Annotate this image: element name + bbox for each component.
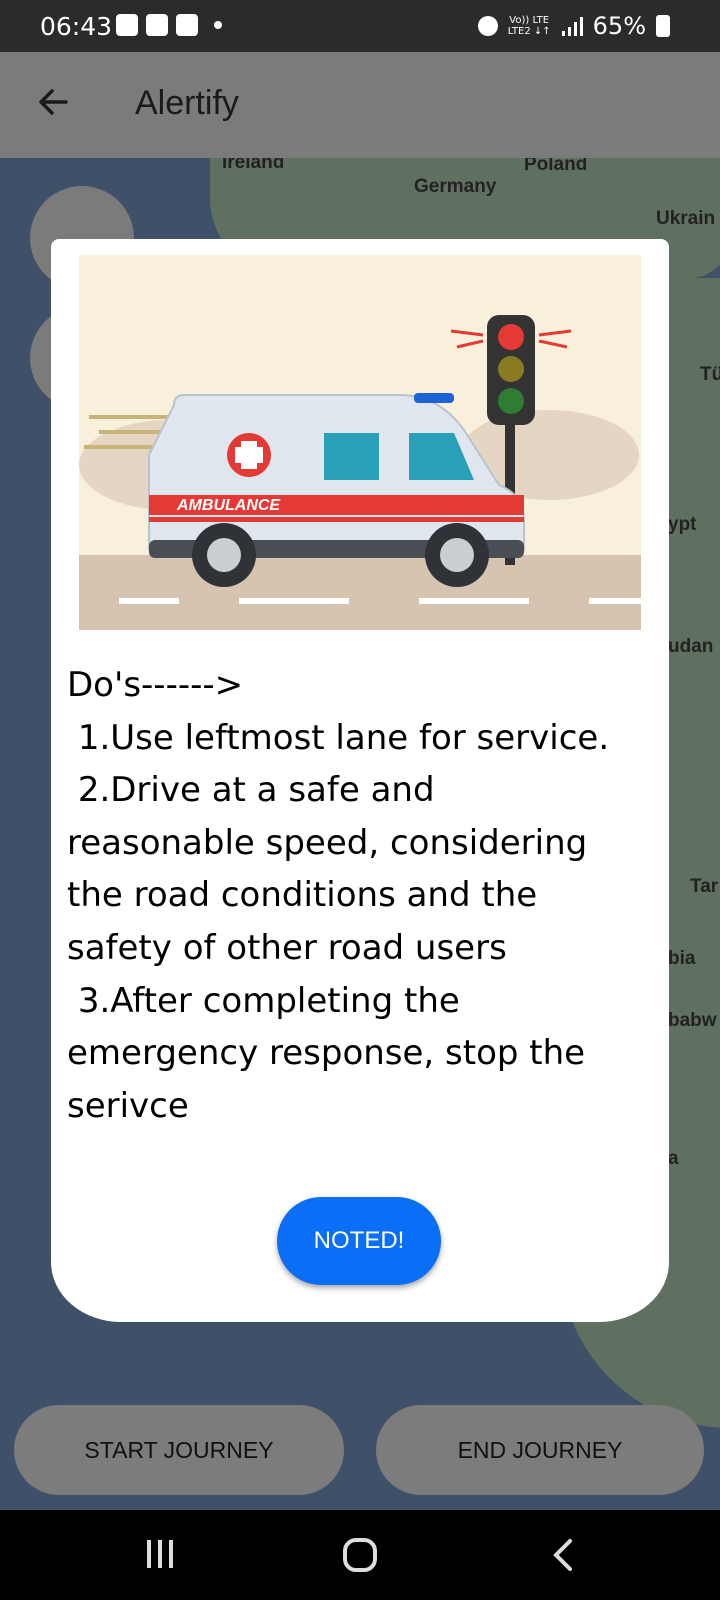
instruction-line: reasonable speed, considering [67,822,588,863]
map-label: babw [668,1010,717,1031]
gallery-icon [116,14,138,36]
signal-icon [561,17,583,36]
arrow-left-icon[interactable] [34,82,74,122]
system-nav-bar [0,1510,720,1600]
more-notifications-dot-icon [214,21,222,29]
map-label: Ukrain [656,208,716,229]
instruction-line: the road conditions and the [67,875,538,916]
noted-button[interactable]: NOTED! [277,1197,441,1285]
map-label: ypt [668,514,697,535]
map-label: bia [668,948,696,969]
map-label: a [668,1148,679,1169]
status-bar: 06:43 Vo)) LTE LTE2 ↓↑ 65% [0,0,720,52]
map-label: Germany [414,176,497,197]
battery-percent: 65% [592,12,646,40]
map-label: Tü [700,364,720,385]
app-notification-icon [146,14,168,36]
puzzle-icon [176,14,198,36]
page-title: Alertify [135,84,239,122]
ambulance-illustration: AMBULANCE [79,255,641,630]
map-label: Tar [690,876,719,897]
end-journey-button[interactable]: END JOURNEY [376,1405,704,1495]
dos-instructions: Do's------> 1.Use leftmost lane for serv… [67,659,657,1132]
back-icon[interactable] [548,1537,578,1573]
status-time: 06:43 [40,12,113,41]
data-saver-icon [477,16,498,36]
network-type: Vo)) LTE LTE2 ↓↑ [507,15,551,37]
battery-icon [656,15,670,37]
instruction-line: 2.Drive at a safe and [67,770,435,811]
instruction-line: safety of other road users [67,927,507,968]
map-label: Poland [524,158,588,175]
status-right: Vo)) LTE LTE2 ↓↑ 65% [477,12,670,40]
dos-dialog: AMBULANCE Do's------> 1.Use leftmost lan… [51,239,669,1322]
recents-icon[interactable] [143,1537,177,1571]
app-bar: Alertify [0,52,720,158]
ambulance-text: AMBULANCE [176,497,281,514]
home-icon[interactable] [342,1537,378,1573]
instruction-line: 1.Use leftmost lane for service. [67,717,610,758]
map-label: udan [668,636,714,657]
notification-icons [116,14,222,36]
dos-heading: Do's------> [67,665,244,705]
instruction-line: serivce [67,1085,189,1126]
map-label: Ireland [222,158,285,173]
start-journey-button[interactable]: START JOURNEY [14,1405,344,1495]
instruction-line: emergency response, stop the [67,1033,586,1074]
instruction-line: 3.After completing the [67,980,460,1021]
